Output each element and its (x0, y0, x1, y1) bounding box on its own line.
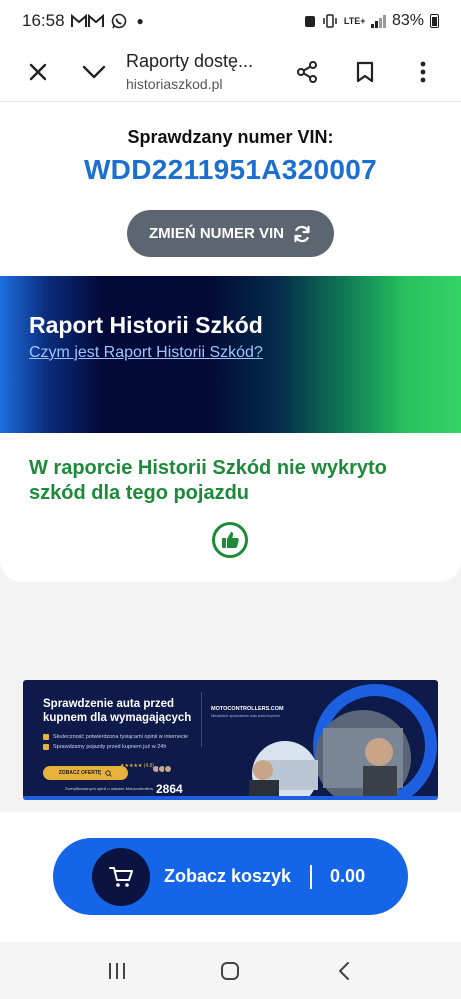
ad-logo-subtitle: Niezależne sprawdzenie auta przed kupnem (211, 714, 280, 718)
status-time: 16:58 (22, 11, 65, 30)
more-options-icon[interactable] (403, 52, 443, 92)
page-url: historiaszkod.pl (126, 76, 223, 92)
vin-number: WDD2211951A320007 (83, 154, 378, 185)
cart-divider (310, 864, 313, 889)
alarm-icon (304, 14, 316, 28)
change-vin-button[interactable]: ZMIEŃ NUMER VIN (127, 210, 334, 257)
back-icon[interactable] (324, 951, 364, 991)
share-icon[interactable] (287, 52, 327, 92)
ad-point-2-text: Sprawdzamy pojazdy przed kupnem już w 24… (53, 744, 167, 750)
ad-point-1: Skuteczność potwierdzona tysiącami opini… (43, 734, 188, 740)
ad-banner[interactable]: Sprawdzenie auta przed kupnem dla wymaga… (23, 680, 438, 800)
browser-toolbar: Raporty dostę... historiaszkod.pl (0, 42, 461, 102)
home-icon[interactable] (210, 951, 250, 991)
ad-offer-button[interactable]: ZOBACZ OFERTĘ (43, 766, 128, 780)
banner-title: Raport Historii Szkód (29, 312, 263, 338)
ad-title: Sprawdzenie auta przed kupnem dla wymaga… (43, 698, 192, 724)
report-card: Sprawdzany numer VIN: WDD2211951A320007 … (0, 102, 461, 582)
battery-icon (430, 14, 439, 28)
ad-rating: ★★★★★ (4.8) (120, 763, 155, 769)
result-text: W raporcie Historii Szkód nie wykryto sz… (29, 457, 387, 504)
ad-stripe (23, 796, 438, 800)
cart-total: 0.00 (330, 866, 366, 886)
close-icon[interactable] (18, 52, 58, 92)
cart-label: Zobacz koszyk (164, 866, 292, 886)
ad-point-2: Sprawdzamy pojazdy przed kupnem już w 24… (43, 744, 166, 750)
signal-icon (371, 14, 386, 28)
navigation-bar (0, 942, 461, 999)
page-info[interactable]: Raporty dostę... historiaszkod.pl (114, 51, 287, 92)
view-cart-button[interactable]: Zobacz koszyk 0.00 (53, 838, 408, 915)
ad-logo: MOTOCONTROLLERS.COM (211, 706, 284, 712)
ad-count-label: Zweryfikowanych opinii o usłudze Motocon… (65, 786, 153, 791)
search-icon (105, 769, 113, 777)
ad-point-1-text: Skuteczność potwierdzona tysiącami opini… (53, 734, 189, 740)
report-banner: Raport Historii Szkód Czym jest Raport H… (0, 276, 461, 433)
ad-avatars (152, 765, 172, 773)
banner-link[interactable]: Czym jest Raport Historii Szkód? (29, 344, 263, 362)
gmail-icon (70, 14, 105, 28)
battery-percent: 83% (391, 12, 424, 29)
vibrate-icon (322, 14, 338, 28)
network-type: LTE+ (343, 16, 366, 26)
page-title: Raporty dostę... (126, 51, 254, 71)
ad-offer-label: ZOBACZ OFERTĘ (58, 770, 102, 776)
cart-icon (92, 847, 150, 906)
status-bar: 16:58 ● LTE+ 83% (0, 0, 461, 42)
whatsapp-icon (111, 13, 127, 29)
thumbs-up-icon (212, 522, 248, 558)
status-left: 16:58 ● (22, 11, 144, 31)
dot-icon: ● (136, 14, 144, 28)
refresh-icon (292, 224, 312, 244)
status-right: LTE+ 83% (304, 12, 439, 30)
ad-count: 2864 (156, 782, 183, 796)
change-vin-label: ZMIEŃ NUMER VIN (149, 225, 284, 242)
check-icon (43, 744, 49, 750)
bookmark-icon[interactable] (345, 52, 385, 92)
vin-label: Sprawdzany numer VIN: (127, 127, 334, 147)
check-icon (43, 734, 49, 740)
recent-apps-icon[interactable] (97, 951, 137, 991)
chevron-down-icon[interactable] (74, 52, 114, 92)
